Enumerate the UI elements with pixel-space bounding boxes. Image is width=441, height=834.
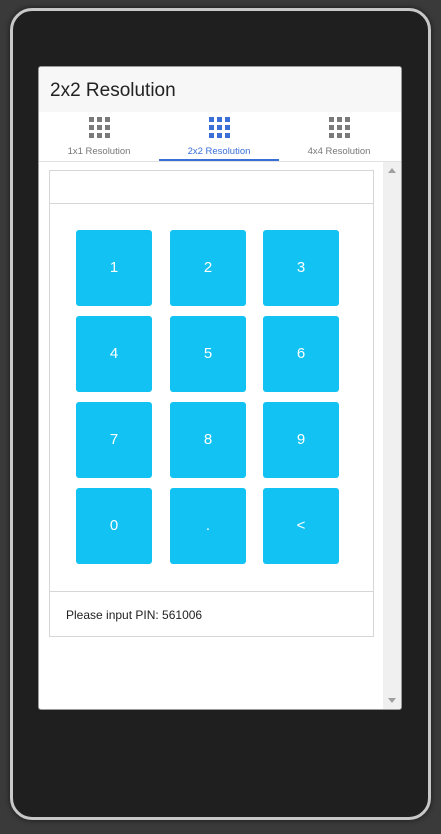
- keypad-key-decimal[interactable]: .: [170, 488, 246, 564]
- keypad-key-9[interactable]: 9: [263, 402, 339, 478]
- tab-4x4-resolution[interactable]: 4x4 Resolution: [279, 112, 399, 161]
- tab-2x2-resolution[interactable]: 2x2 Resolution: [159, 112, 279, 161]
- title-bar: 2x2 Resolution: [39, 67, 401, 112]
- grid-icon: [89, 117, 110, 138]
- scroll-up-arrow-icon[interactable]: [388, 168, 396, 173]
- keypad-key-3[interactable]: 3: [263, 230, 339, 306]
- pin-panel: 1 2 3 4 5 6 7 8 9 0 . < Please input PIN…: [49, 170, 374, 637]
- keypad-key-2[interactable]: 2: [170, 230, 246, 306]
- pin-prompt-text: Please input PIN: 561006: [66, 608, 203, 622]
- grid-icon: [209, 117, 230, 138]
- app-window: 2x2 Resolution 1x1 Resolution 2x2 Resolu…: [38, 66, 402, 710]
- keypad-key-5[interactable]: 5: [170, 316, 246, 392]
- keypad-key-6[interactable]: 6: [263, 316, 339, 392]
- tab-label: 2x2 Resolution: [187, 146, 251, 157]
- tab-label: 1x1 Resolution: [67, 146, 131, 157]
- keypad-key-8[interactable]: 8: [170, 402, 246, 478]
- active-tab-indicator: [159, 159, 279, 161]
- keypad-key-7[interactable]: 7: [76, 402, 152, 478]
- status-bar: Please input PIN: 561006: [50, 591, 373, 637]
- scroll-down-arrow-icon[interactable]: [388, 698, 396, 703]
- keypad-key-1[interactable]: 1: [76, 230, 152, 306]
- keypad-key-4[interactable]: 4: [76, 316, 152, 392]
- keypad-key-0[interactable]: 0: [76, 488, 152, 564]
- keypad-key-backspace[interactable]: <: [263, 488, 339, 564]
- tab-1x1-resolution[interactable]: 1x1 Resolution: [39, 112, 159, 161]
- grid-icon: [329, 117, 350, 138]
- tab-label: 4x4 Resolution: [307, 146, 371, 157]
- pin-input-field[interactable]: [50, 171, 373, 204]
- vertical-scrollbar[interactable]: [383, 162, 401, 709]
- window-title: 2x2 Resolution: [50, 80, 176, 101]
- resolution-tabs: 1x1 Resolution 2x2 Resolution 4x4 Resolu…: [39, 112, 401, 162]
